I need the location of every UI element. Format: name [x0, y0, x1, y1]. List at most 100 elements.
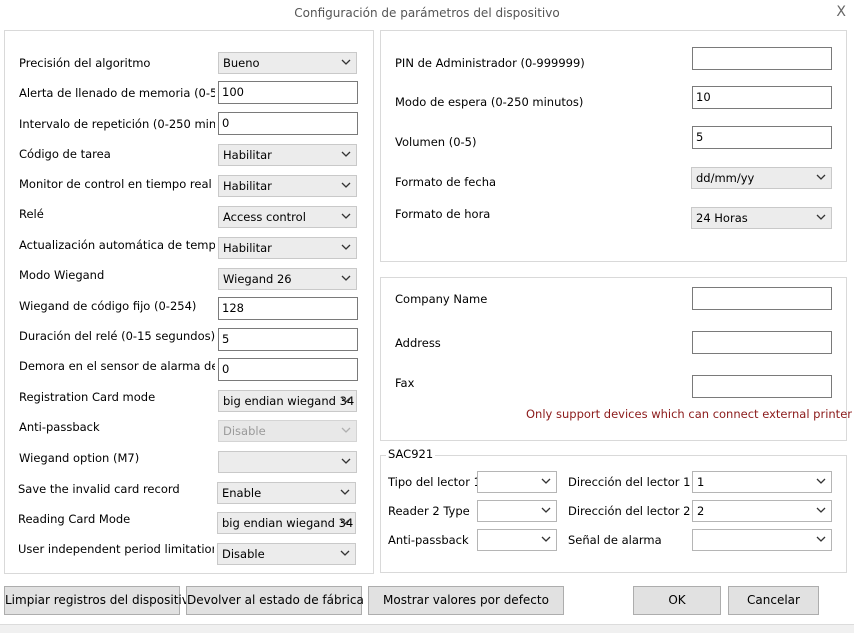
- ok-button[interactable]: OK: [633, 586, 721, 615]
- left-row-input[interactable]: 5: [218, 328, 358, 351]
- address-field[interactable]: [692, 331, 832, 354]
- left-row-select: Disable: [218, 420, 357, 442]
- reader2-type-label: Reader 2 Type: [388, 504, 470, 518]
- alarm-signal-label: Señal de alarma: [568, 533, 662, 547]
- standby-field[interactable]: 10: [692, 86, 832, 109]
- left-row-select[interactable]: [218, 451, 357, 473]
- address-label: Address: [395, 336, 441, 350]
- factory-reset-button[interactable]: Devolver al estado de fábrica: [186, 586, 364, 615]
- chevron-down-icon: [340, 455, 352, 467]
- left-row-select[interactable]: big endian wiegand 34: [217, 512, 356, 534]
- chevron-down-icon: [540, 475, 552, 487]
- left-row-input[interactable]: 128: [218, 297, 358, 320]
- fax-label: Fax: [395, 376, 415, 390]
- left-row-label: Reading Card Mode: [18, 512, 131, 526]
- left-row-label: Precisión del algoritmo: [19, 56, 151, 70]
- clear-records-button[interactable]: Limpiar registros del dispositivo: [4, 586, 196, 615]
- left-row-label: Wiegand de código fijo (0-254): [19, 299, 197, 313]
- sac-antipassback-select[interactable]: [477, 529, 557, 551]
- left-row-label: Monitor de control en tiempo real: [19, 177, 212, 191]
- fax-field[interactable]: [692, 375, 832, 398]
- company-name-field[interactable]: [692, 287, 832, 310]
- left-row-select-value: Disable: [223, 424, 266, 438]
- volume-label: Volumen (0-5): [395, 135, 477, 149]
- left-row-select[interactable]: Access control: [218, 206, 357, 228]
- chevron-down-icon: [540, 504, 552, 516]
- left-row-select[interactable]: Habilitar: [218, 144, 357, 166]
- left-row-label: Relé: [19, 207, 44, 221]
- left-row-label: Wiegand option (M7): [19, 451, 140, 465]
- left-row-select[interactable]: Habilitar: [218, 237, 357, 259]
- time-format-value: 24 Horas: [696, 211, 748, 225]
- left-row-select[interactable]: Wiegand 26: [218, 268, 357, 290]
- left-row-select[interactable]: Bueno: [218, 52, 357, 74]
- left-row-select[interactable]: Habilitar: [218, 175, 357, 197]
- reader2-address-value: 2: [697, 504, 705, 518]
- chevron-down-icon: [340, 241, 352, 253]
- left-row-label: Registration Card mode: [19, 390, 156, 404]
- date-format-label: Formato de fecha: [395, 175, 497, 189]
- date-format-value: dd/mm/yy: [696, 171, 755, 185]
- left-row-label: Modo Wiegand: [19, 268, 105, 282]
- alarm-signal-select[interactable]: [692, 529, 832, 551]
- left-row-label: Anti-passback: [19, 420, 100, 434]
- cancel-button[interactable]: Cancelar: [728, 586, 819, 615]
- left-row-select-value: Bueno: [223, 56, 260, 70]
- chevron-down-icon: [340, 272, 352, 284]
- reader2-address-select[interactable]: 2: [692, 500, 832, 522]
- chevron-down-icon: [340, 56, 352, 68]
- left-row-select-value: Access control: [223, 210, 306, 224]
- company-name-label: Company Name: [395, 292, 488, 306]
- left-row-select[interactable]: Enable: [217, 482, 356, 504]
- left-row-select-value: Habilitar: [223, 179, 272, 193]
- reader1-address-value: 1: [697, 475, 705, 489]
- reader2-address-label: Dirección del lector 2: [568, 504, 691, 518]
- left-row-select-value: Wiegand 26: [223, 272, 292, 286]
- reader1-address-select[interactable]: 1: [692, 471, 832, 493]
- left-row-select-value: big endian wiegand 34: [223, 394, 355, 408]
- reader1-address-label: Dirección del lector 1: [568, 475, 691, 489]
- reader1-type-select[interactable]: [477, 471, 557, 493]
- chevron-down-icon: [339, 486, 351, 498]
- chevron-down-icon: [339, 516, 351, 528]
- volume-field[interactable]: 5: [692, 126, 832, 149]
- left-row-input[interactable]: 0: [218, 112, 358, 135]
- show-defaults-button[interactable]: Mostrar valores por defecto: [368, 586, 564, 615]
- standby-label: Modo de espera (0-250 minutos): [395, 95, 584, 109]
- chevron-down-icon: [815, 211, 827, 223]
- left-row-select[interactable]: Disable: [217, 543, 356, 565]
- printer-note: Only support devices which can connect e…: [526, 407, 852, 421]
- reader1-type-label: Tipo del lector 1: [388, 475, 481, 489]
- left-row-label: Demora en el sensor de alarma de pu: [19, 359, 215, 373]
- chevron-down-icon: [340, 148, 352, 160]
- left-row-label: Save the invalid card record: [18, 482, 180, 496]
- admin-pin-field[interactable]: [692, 47, 832, 70]
- chevron-down-icon: [815, 533, 827, 545]
- chevron-down-icon: [815, 504, 827, 516]
- sac-antipassback-label: Anti-passback: [388, 533, 469, 547]
- chevron-down-icon: [540, 533, 552, 545]
- left-row-label: User independent period limitation: [18, 542, 214, 556]
- reader2-type-select[interactable]: [477, 500, 557, 522]
- chevron-down-icon: [815, 171, 827, 183]
- chevron-down-icon: [340, 179, 352, 191]
- chevron-down-icon: [815, 475, 827, 487]
- date-format-select[interactable]: dd/mm/yy: [691, 167, 832, 189]
- left-row-input[interactable]: 0: [218, 358, 358, 381]
- chevron-down-icon: [340, 424, 352, 436]
- left-row-input[interactable]: 100: [218, 81, 358, 104]
- chevron-down-icon: [339, 547, 351, 559]
- left-row-label: Intervalo de repetición (0-250 minutos: [19, 117, 215, 131]
- sac921-group-title: SAC921: [386, 447, 436, 461]
- left-row-label: Código de tarea: [19, 147, 111, 161]
- admin-pin-label: PIN de Administrador (0-999999): [395, 56, 585, 70]
- left-row-select-value: Habilitar: [223, 148, 272, 162]
- time-format-label: Formato de hora: [395, 207, 491, 221]
- left-row-select[interactable]: big endian wiegand 34: [218, 390, 357, 412]
- left-row-label: Duración del relé (0-15 segundos): [19, 329, 215, 343]
- left-row-label: Actualización automática de templat: [19, 238, 215, 252]
- chevron-down-icon: [340, 210, 352, 222]
- close-icon[interactable]: X: [836, 4, 846, 20]
- left-row-select-value: Disable: [222, 547, 265, 561]
- time-format-select[interactable]: 24 Horas: [691, 207, 832, 229]
